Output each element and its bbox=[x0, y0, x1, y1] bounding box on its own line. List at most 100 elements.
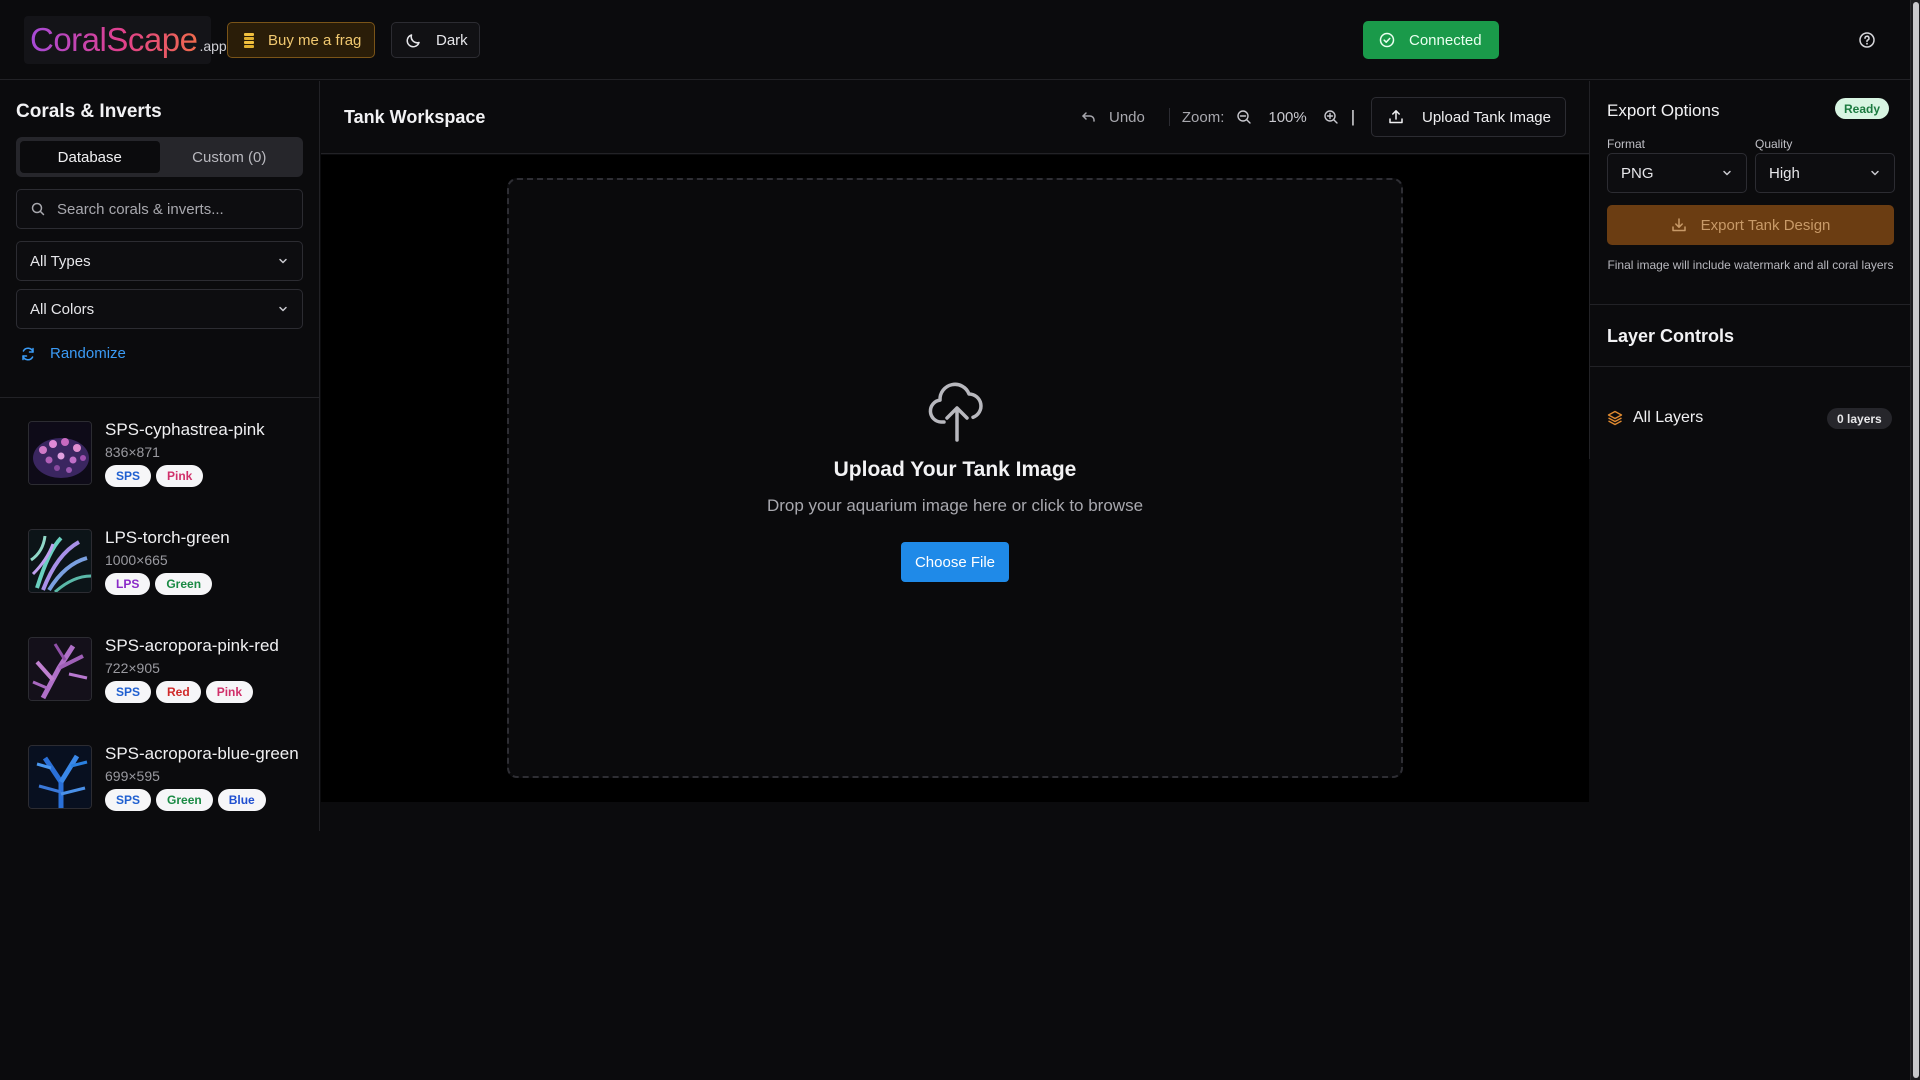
coral-list-item[interactable]: SPS-cyphastrea-pink 836×871 SPS Pink bbox=[28, 409, 318, 509]
check-circle-icon bbox=[1379, 32, 1395, 48]
panel-divider bbox=[1590, 304, 1910, 305]
download-icon bbox=[1671, 217, 1687, 233]
dropzone-subtitle: Drop your aquarium image here or click t… bbox=[766, 496, 1144, 515]
tag-badge: Pink bbox=[205, 681, 254, 703]
coral-tags: LPS Green bbox=[105, 573, 213, 595]
frag-button-label: Buy me a frag bbox=[268, 31, 362, 49]
tag-badge: SPS bbox=[105, 681, 152, 703]
buy-me-a-frag-button[interactable]: Buy me a frag bbox=[227, 22, 375, 58]
image-dropzone[interactable]: Upload Your Tank Image Drop your aquariu… bbox=[507, 178, 1403, 778]
chevron-down-icon bbox=[277, 255, 289, 267]
coral-dimensions: 699×595 bbox=[105, 768, 160, 784]
randomize-button[interactable]: Randomize bbox=[20, 345, 126, 362]
undo-icon bbox=[1081, 110, 1097, 124]
format-select[interactable]: PNG bbox=[1607, 153, 1747, 193]
tank-canvas-area: Upload Your Tank Image Drop your aquariu… bbox=[321, 155, 1589, 802]
coral-list-item[interactable]: SPS-acropora-pink-red 722×905 SPS Red Pi… bbox=[28, 625, 318, 725]
coral-name: SPS-acropora-pink-red bbox=[105, 636, 279, 655]
tag-badge: Pink bbox=[156, 465, 204, 487]
coral-tags: SPS Red Pink bbox=[105, 681, 254, 703]
theme-toggle-button[interactable]: Dark bbox=[391, 22, 480, 58]
export-tank-design-button[interactable]: Export Tank Design bbox=[1607, 205, 1894, 245]
coral-tags: SPS Green Blue bbox=[105, 789, 266, 811]
status-badge: Ready bbox=[1835, 98, 1890, 119]
coral-search-box bbox=[16, 189, 303, 229]
coral-search-input[interactable] bbox=[57, 200, 287, 218]
coral-dimensions: 1000×665 bbox=[105, 552, 168, 568]
export-layers-panel: Export Options Ready Format Quality PNG … bbox=[1589, 81, 1910, 459]
zoom-out-icon[interactable] bbox=[1236, 109, 1252, 125]
undo-button[interactable]: Undo bbox=[1081, 109, 1145, 126]
coral-list: SPS-cyphastrea-pink 836×871 SPS Pink LPS… bbox=[0, 398, 319, 831]
connection-status-label: Connected bbox=[1409, 31, 1482, 49]
coral-tags: SPS Pink bbox=[105, 465, 204, 487]
logo-text: CoralScape bbox=[30, 21, 198, 58]
coral-list-item[interactable]: SPS-acropora-blue-green 699×595 SPS Gree… bbox=[28, 733, 318, 831]
panel-divider bbox=[1590, 366, 1910, 367]
refresh-icon bbox=[20, 346, 36, 362]
dropzone-title: Upload Your Tank Image bbox=[833, 458, 1077, 481]
coral-dimensions: 722×905 bbox=[105, 660, 160, 676]
sidebar-title: Corals & Inverts bbox=[16, 101, 162, 122]
tag-badge: SPS bbox=[105, 465, 152, 487]
coral-name: LPS-torch-green bbox=[105, 528, 230, 547]
logo-suffix: .app bbox=[199, 38, 227, 54]
undo-label: Undo bbox=[1109, 108, 1145, 126]
quality-select[interactable]: High bbox=[1755, 153, 1895, 193]
connection-status-button[interactable]: Connected bbox=[1363, 21, 1499, 59]
export-button-label: Export Tank Design bbox=[1700, 216, 1831, 234]
search-icon bbox=[31, 202, 45, 216]
upload-icon bbox=[1388, 109, 1404, 125]
format-value: PNG bbox=[1621, 164, 1654, 182]
coin-stack-icon bbox=[242, 32, 256, 48]
type-filter-value: All Types bbox=[30, 252, 91, 270]
tag-badge: Blue bbox=[217, 789, 266, 811]
scrollbar-thumb[interactable] bbox=[1913, 2, 1919, 1078]
quality-value: High bbox=[1769, 164, 1800, 182]
randomize-label: Randomize bbox=[50, 345, 126, 362]
coral-thumbnail bbox=[28, 421, 92, 485]
app-logo[interactable]: CoralScape .app bbox=[24, 16, 227, 64]
coral-thumbnail bbox=[28, 529, 92, 593]
quality-label: Quality bbox=[1755, 137, 1793, 151]
choose-file-button[interactable]: Choose File bbox=[901, 542, 1009, 582]
format-label: Format bbox=[1607, 137, 1646, 151]
tag-badge: Green bbox=[156, 789, 213, 811]
page-scrollbar[interactable] bbox=[1910, 0, 1920, 1080]
layers-icon bbox=[1607, 410, 1623, 426]
layer-controls-title: Layer Controls bbox=[1607, 326, 1735, 346]
workspace-tools: Undo Zoom: 100% | bbox=[1081, 97, 1367, 137]
tab-database[interactable]: Database bbox=[20, 141, 160, 173]
top-header: CoralScape .app Buy me a frag Dark Conne… bbox=[0, 0, 1910, 80]
upload-tank-image-button[interactable]: Upload Tank Image bbox=[1371, 97, 1566, 137]
tag-badge: Red bbox=[156, 681, 201, 703]
zoom-in-icon[interactable] bbox=[1323, 109, 1339, 125]
theme-button-label: Dark bbox=[436, 31, 468, 49]
all-layers-toggle[interactable]: All Layers bbox=[1607, 409, 1703, 427]
zoom-value: 100% bbox=[1268, 108, 1307, 126]
toolbar-separator bbox=[1168, 108, 1170, 126]
type-filter-select[interactable]: All Types bbox=[16, 241, 303, 281]
tag-badge: LPS bbox=[105, 573, 151, 595]
tag-badge: Green bbox=[155, 573, 213, 595]
export-note: Final image will include watermark and a… bbox=[1607, 258, 1894, 272]
all-layers-label: All Layers bbox=[1633, 409, 1704, 426]
help-icon[interactable] bbox=[1858, 31, 1876, 49]
coral-list-item[interactable]: LPS-torch-green 1000×665 LPS Green bbox=[28, 517, 318, 617]
cloud-upload-icon bbox=[928, 380, 986, 442]
moon-icon bbox=[406, 32, 422, 48]
toolbar-divider: | bbox=[1350, 107, 1356, 126]
tag-badge: SPS bbox=[105, 789, 152, 811]
workspace-title: Tank Workspace bbox=[344, 107, 486, 127]
color-filter-select[interactable]: All Colors bbox=[16, 289, 303, 329]
export-options-title: Export Options bbox=[1607, 101, 1720, 120]
tab-custom[interactable]: Custom (0) bbox=[160, 141, 300, 173]
coral-name: SPS-acropora-blue-green bbox=[105, 744, 299, 763]
chevron-down-icon bbox=[277, 303, 289, 315]
chevron-down-icon bbox=[1721, 167, 1733, 179]
coral-name: SPS-cyphastrea-pink bbox=[105, 420, 265, 439]
library-source-tabs: Database Custom (0) bbox=[16, 137, 303, 177]
zoom-label: Zoom: bbox=[1181, 108, 1225, 126]
coral-library-sidebar: Corals & Inverts Database Custom (0) All… bbox=[0, 81, 320, 831]
color-filter-value: All Colors bbox=[30, 300, 95, 318]
